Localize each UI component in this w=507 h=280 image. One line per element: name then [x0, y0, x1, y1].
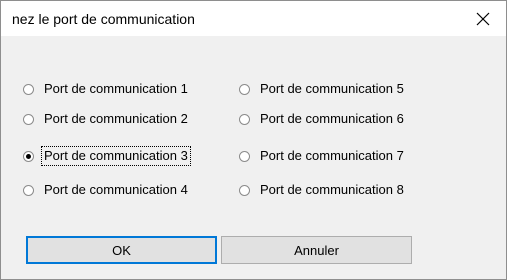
radio-port-8[interactable]: Port de communication 8 — [239, 179, 406, 201]
ok-button[interactable]: OK — [26, 236, 217, 264]
radio-button-icon[interactable] — [239, 150, 250, 162]
radio-port-5[interactable]: Port de communication 5 — [239, 78, 406, 100]
dialog-window: nez le port de communication Port de com… — [0, 0, 507, 280]
close-button[interactable] — [460, 1, 506, 36]
close-icon — [476, 12, 490, 25]
title-bar[interactable]: nez le port de communication — [1, 1, 506, 36]
radio-label: Port de communication 6 — [260, 111, 404, 126]
radio-button-icon[interactable] — [23, 83, 34, 95]
cancel-button[interactable]: Annuler — [221, 236, 412, 264]
radio-button-icon[interactable] — [23, 113, 34, 125]
radio-button-selected-icon[interactable] — [23, 150, 34, 162]
radio-button-icon[interactable] — [239, 184, 250, 196]
radio-port-7[interactable]: Port de communication 7 — [239, 145, 406, 167]
radio-port-3[interactable]: Port de communication 3 — [23, 145, 191, 167]
radio-label: Port de communication 4 — [44, 182, 188, 197]
radio-port-1[interactable]: Port de communication 1 — [23, 78, 190, 100]
radio-label: Port de communication 3 — [41, 146, 191, 166]
radio-button-icon[interactable] — [239, 113, 250, 125]
radio-port-6[interactable]: Port de communication 6 — [239, 108, 406, 130]
radio-button-icon[interactable] — [239, 83, 250, 95]
radio-label: Port de communication 2 — [44, 111, 188, 126]
radio-label: Port de communication 5 — [260, 81, 404, 96]
radio-label: Port de communication 7 — [260, 148, 404, 163]
radio-label: Port de communication 8 — [260, 182, 404, 197]
radio-label: Port de communication 1 — [44, 81, 188, 96]
radio-port-2[interactable]: Port de communication 2 — [23, 108, 190, 130]
radio-port-4[interactable]: Port de communication 4 — [23, 179, 190, 201]
dialog-title: nez le port de communication — [12, 11, 195, 27]
radio-button-icon[interactable] — [23, 184, 34, 196]
